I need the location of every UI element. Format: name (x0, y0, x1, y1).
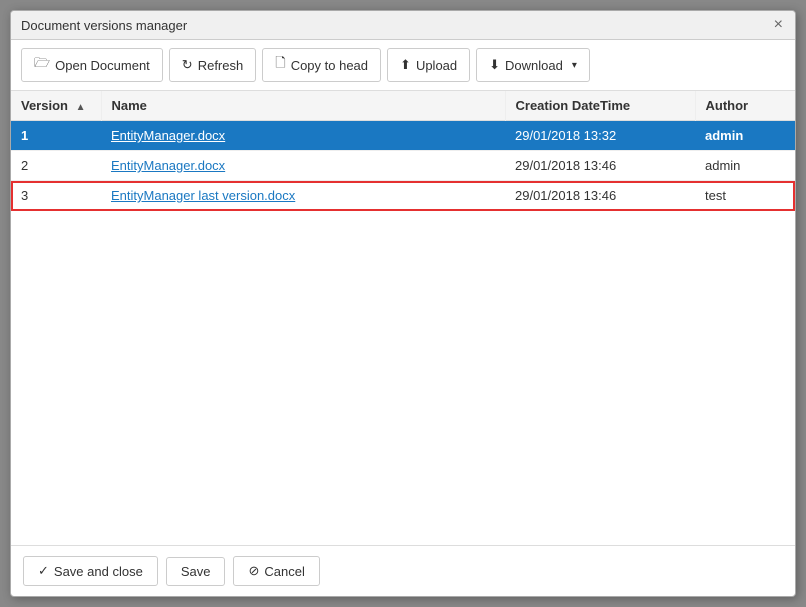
table-row[interactable]: 2EntityManager.docx29/01/2018 13:46admin (11, 151, 795, 181)
copy-to-head-button[interactable]: 🗋 Copy to head (262, 48, 381, 82)
table-body: 1EntityManager.docx29/01/2018 13:32admin… (11, 121, 795, 211)
sort-asc-icon: ▲ (76, 102, 86, 113)
open-document-label: Open Document (55, 58, 150, 73)
upload-label: Upload (416, 58, 457, 73)
toolbar: 🗁 Open Document ↻ Refresh 🗋 Copy to head… (11, 40, 795, 91)
col-version-label: Version (21, 98, 68, 113)
copy-to-head-label: Copy to head (291, 58, 368, 73)
open-document-button[interactable]: 🗁 Open Document (21, 48, 163, 82)
refresh-button[interactable]: ↻ Refresh (169, 48, 256, 82)
refresh-label: Refresh (198, 58, 244, 73)
cell-datetime: 29/01/2018 13:46 (505, 151, 695, 181)
cell-version: 3 (11, 181, 101, 211)
cell-version: 1 (11, 121, 101, 151)
cancel-button[interactable]: ⊘ Cancel (233, 556, 319, 586)
dialog-header: Document versions manager × (11, 11, 795, 40)
table-row[interactable]: 3EntityManager last version.docx29/01/20… (11, 181, 795, 211)
footer: ✓ Save and close Save ⊘ Cancel (11, 545, 795, 596)
save-and-close-label: Save and close (54, 564, 143, 579)
cancel-label: Cancel (264, 564, 304, 579)
upload-button[interactable]: ⬆ Upload (387, 48, 470, 82)
cell-name[interactable]: EntityManager last version.docx (101, 181, 505, 211)
dialog: Document versions manager × 🗁 Open Docum… (10, 10, 796, 597)
cancel-icon: ⊘ (248, 563, 259, 579)
save-button[interactable]: Save (166, 557, 226, 586)
cell-name[interactable]: EntityManager.docx (101, 121, 505, 151)
table-container: Version ▲ Name Creation DateTime Author … (11, 91, 795, 545)
check-icon: ✓ (38, 563, 49, 579)
upload-icon: ⬆ (400, 57, 411, 73)
save-and-close-button[interactable]: ✓ Save and close (23, 556, 158, 586)
download-icon: ⬇ (489, 57, 500, 73)
col-datetime[interactable]: Creation DateTime (505, 91, 695, 121)
col-datetime-label: Creation DateTime (516, 98, 631, 113)
cell-author: test (695, 181, 795, 211)
copy-icon: 🗋 (275, 54, 285, 76)
col-author-label: Author (706, 98, 749, 113)
table-row[interactable]: 1EntityManager.docx29/01/2018 13:32admin (11, 121, 795, 151)
refresh-icon: ↻ (182, 57, 193, 73)
save-label: Save (181, 564, 211, 579)
col-name-label: Name (112, 98, 147, 113)
open-document-icon: 🗁 (34, 54, 50, 76)
versions-table: Version ▲ Name Creation DateTime Author … (11, 91, 795, 211)
col-author[interactable]: Author (695, 91, 795, 121)
cell-datetime: 29/01/2018 13:32 (505, 121, 695, 151)
download-label: Download (505, 58, 563, 73)
close-button[interactable]: × (772, 17, 785, 33)
col-version[interactable]: Version ▲ (11, 91, 101, 121)
chevron-down-icon: ▾ (572, 60, 577, 71)
cell-author: admin (695, 121, 795, 151)
cell-author: admin (695, 151, 795, 181)
cell-datetime: 29/01/2018 13:46 (505, 181, 695, 211)
table-header: Version ▲ Name Creation DateTime Author (11, 91, 795, 121)
cell-name[interactable]: EntityManager.docx (101, 151, 505, 181)
cell-version: 2 (11, 151, 101, 181)
col-name[interactable]: Name (101, 91, 505, 121)
download-button[interactable]: ⬇ Download ▾ (476, 48, 590, 82)
dialog-title: Document versions manager (21, 18, 187, 33)
